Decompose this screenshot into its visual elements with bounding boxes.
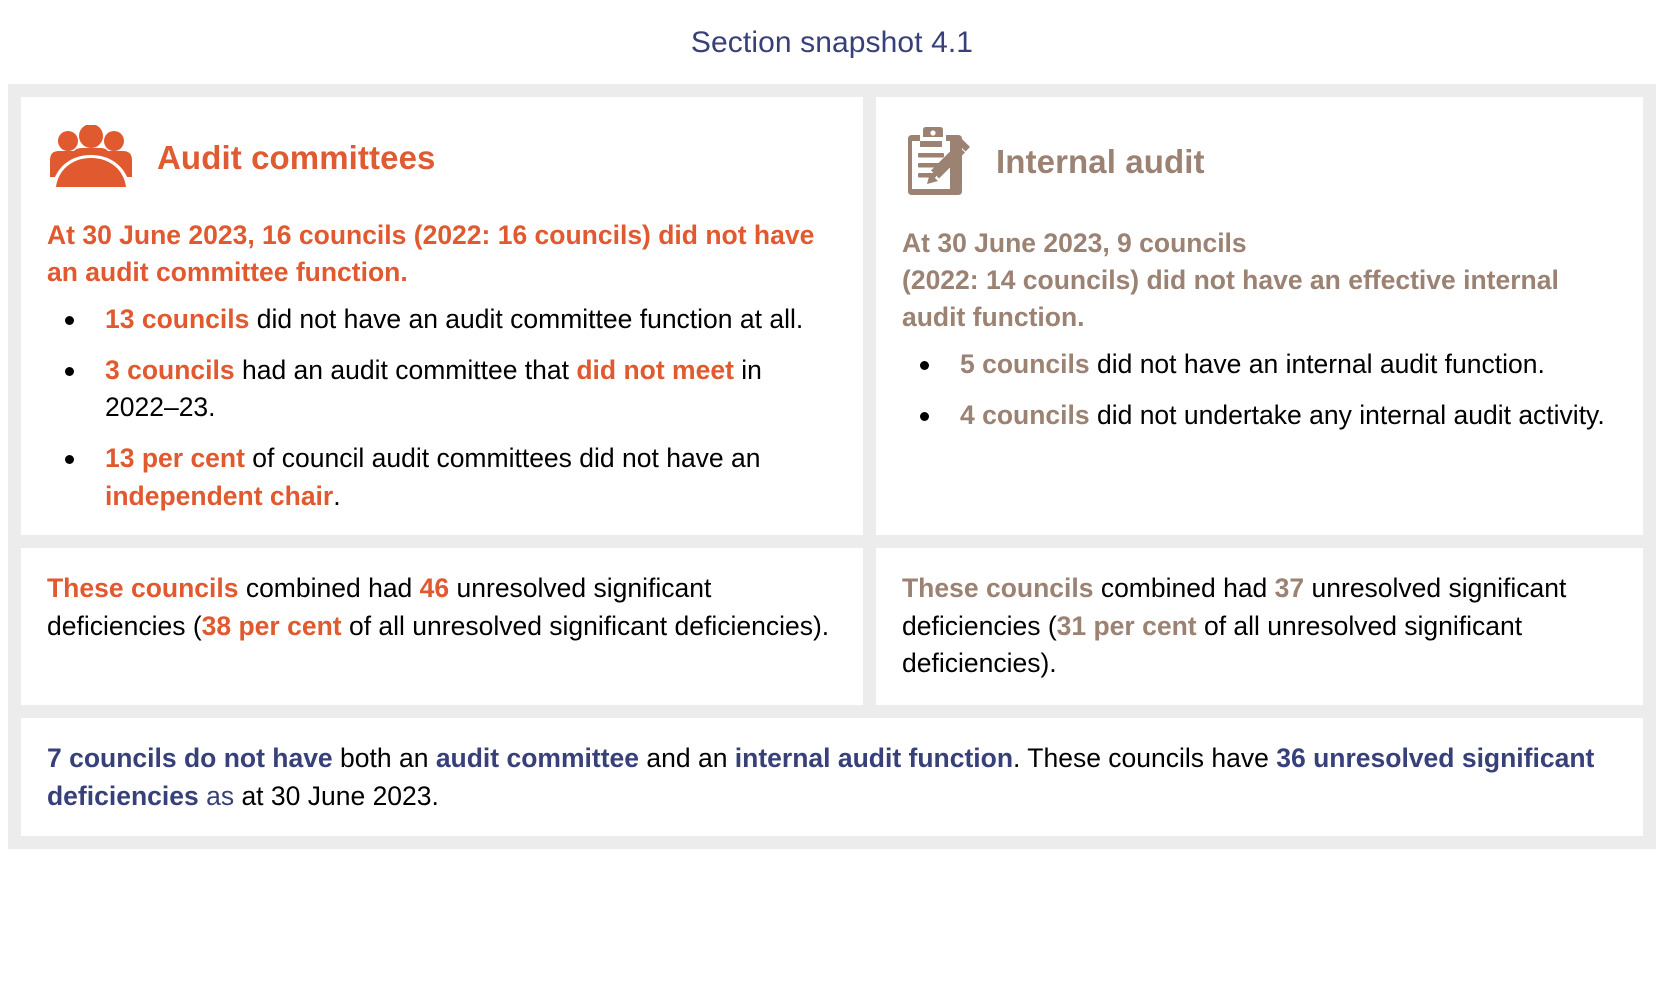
list-item: 4 councils did not undertake any interna…	[912, 397, 1617, 434]
section-snapshot-page: Section snapshot 4.1 Audit committees At…	[0, 0, 1664, 992]
internal-audit-heading: Internal audit	[996, 142, 1205, 180]
internal-audit-summary: These councils combined had 37 unresolve…	[902, 572, 1567, 679]
list-item: 5 councils did not have an internal audi…	[912, 346, 1617, 383]
audit-committees-card: Audit committees At 30 June 2023, 16 cou…	[21, 97, 863, 535]
clipboard-pencil-icon	[902, 125, 974, 199]
audit-committees-summary: These councils combined had 46 unresolve…	[47, 572, 830, 641]
snapshot-frame: Audit committees At 30 June 2023, 16 cou…	[8, 84, 1656, 850]
snapshot-row-middle: These councils combined had 46 unresolve…	[21, 547, 1643, 706]
snapshot-row-top: Audit committees At 30 June 2023, 16 cou…	[21, 97, 1643, 535]
internal-audit-summary-card: These councils combined had 37 unresolve…	[876, 547, 1643, 706]
list-item: 3 councils had an audit committee that d…	[57, 352, 837, 426]
combined-footer-card: 7 councils do not have both an audit com…	[21, 718, 1643, 837]
combined-footer-text: 7 councils do not have both an audit com…	[47, 743, 1595, 812]
page-title: Section snapshot 4.1	[690, 26, 974, 59]
internal-audit-card: Internal audit At 30 June 2023, 9 counci…	[876, 97, 1643, 535]
list-item: 13 councils did not have an audit commit…	[57, 301, 837, 338]
internal-audit-bullets: 5 councils did not have an internal audi…	[902, 346, 1617, 434]
audit-committees-bullets: 13 councils did not have an audit commit…	[47, 301, 837, 514]
audit-committees-lead: At 30 June 2023, 16 councils (2022: 16 c…	[47, 220, 815, 288]
list-item: 13 per cent of council audit committees …	[57, 440, 837, 514]
audit-committees-summary-card: These councils combined had 46 unresolve…	[21, 547, 863, 706]
internal-audit-lead: At 30 June 2023, 9 councils (2022: 14 cou…	[902, 228, 1559, 333]
people-group-icon	[47, 124, 135, 191]
internal-audit-header: Internal audit	[902, 125, 1617, 199]
audit-committees-heading: Audit committees	[157, 138, 436, 176]
audit-committees-header: Audit committees	[47, 124, 837, 191]
snapshot-row-bottom: 7 councils do not have both an audit com…	[21, 718, 1643, 837]
